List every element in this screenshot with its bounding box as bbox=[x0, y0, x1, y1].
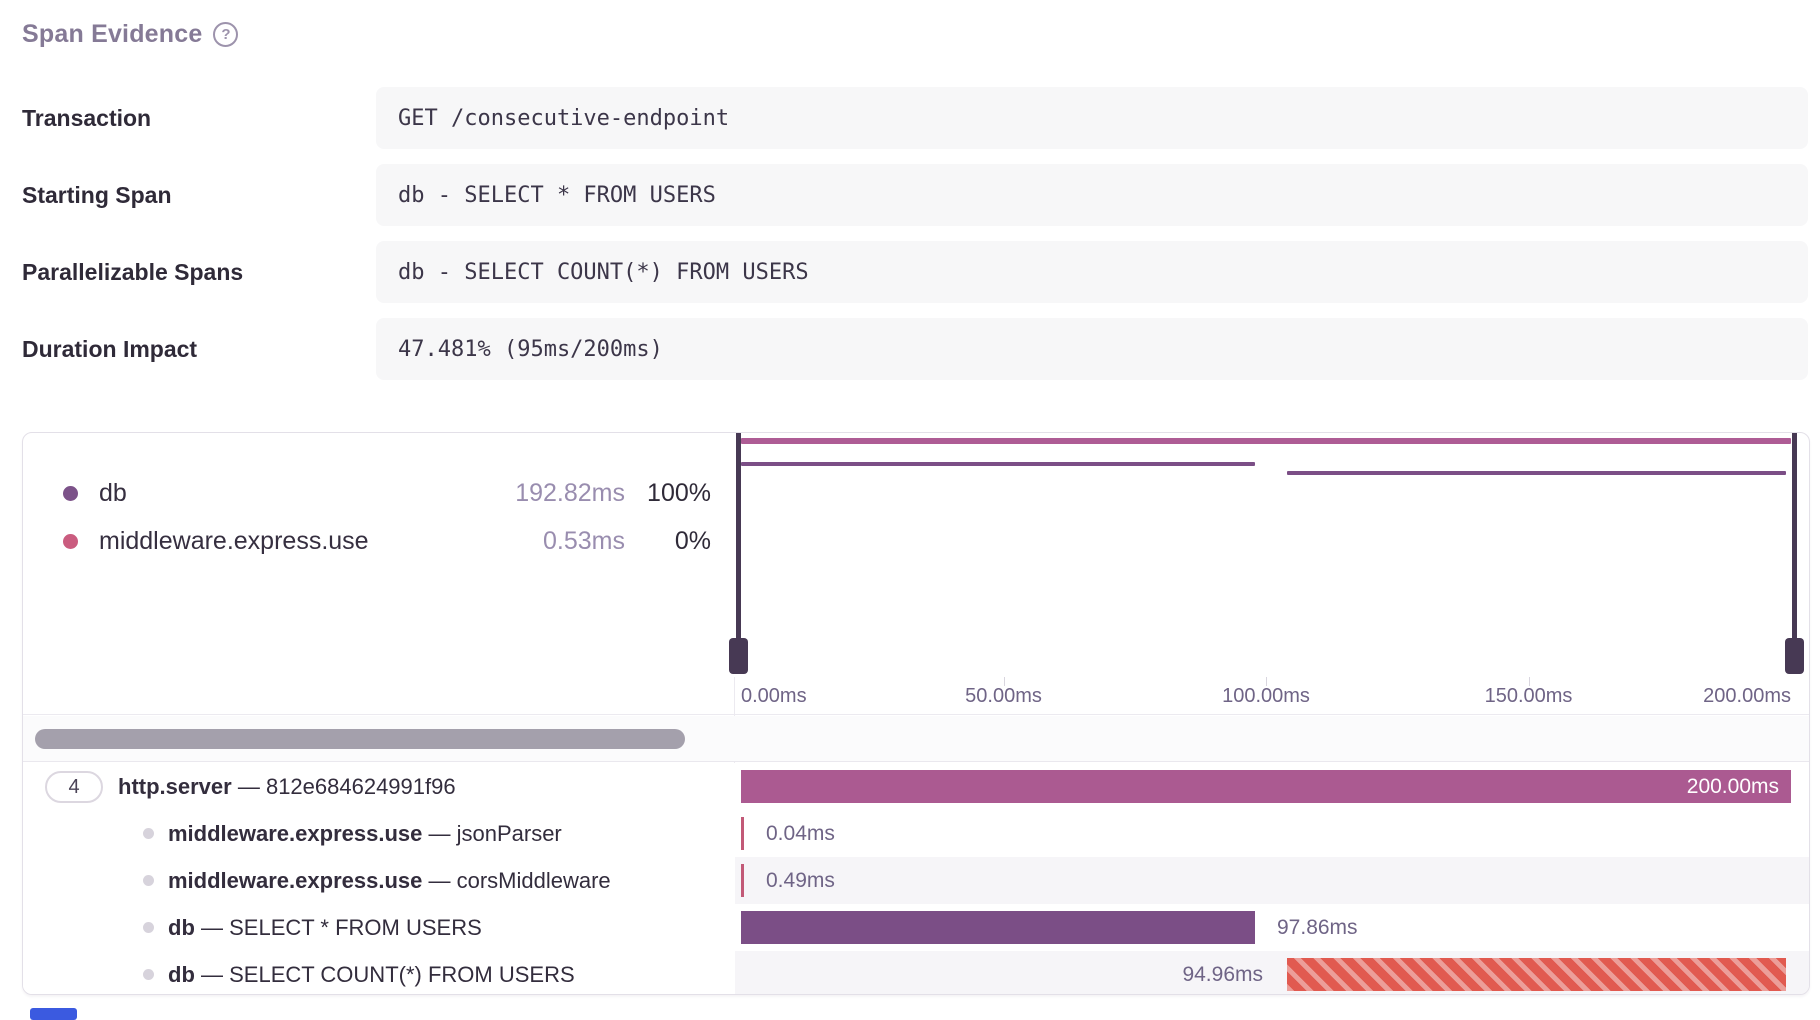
span-description: SELECT COUNT(*) FROM USERS bbox=[229, 962, 575, 987]
axis-tick-label: 0.00ms bbox=[741, 685, 807, 708]
time-axis: 0.00ms 50.00ms 100.00ms 150.00ms 200.00ms bbox=[23, 677, 1809, 715]
span-tree-row[interactable]: middleware.express.use — jsonParser 0.04… bbox=[23, 810, 1809, 857]
legend-duration: 192.82ms bbox=[485, 479, 625, 508]
op-description-separator: — bbox=[195, 962, 229, 987]
legend-percent: 0% bbox=[625, 527, 711, 556]
span-row-label-cell: middleware.express.use — jsonParser bbox=[23, 810, 735, 857]
tree-node-dot bbox=[143, 969, 154, 980]
op-description-separator: — bbox=[422, 868, 456, 893]
minimap-span-bar bbox=[741, 438, 1791, 444]
legend-duration: 0.53ms bbox=[485, 527, 625, 556]
legend-color-dot bbox=[63, 534, 78, 549]
span-row-label-cell: middleware.express.use — corsMiddleware bbox=[23, 857, 735, 904]
field-label: Transaction bbox=[22, 87, 376, 149]
tree-node-dot bbox=[143, 922, 154, 933]
span-operation: db bbox=[168, 915, 195, 940]
evidence-field-row: Duration Impact 47.481% (95ms/200ms) bbox=[22, 318, 1808, 380]
tree-node-dot bbox=[143, 875, 154, 886]
evidence-field-row: Parallelizable Spans db - SELECT COUNT(*… bbox=[22, 241, 1808, 303]
span-tree-row[interactable]: 4 http.server — 812e684624991f96 200.00m… bbox=[23, 763, 1809, 810]
span-duration-label: 94.96ms bbox=[1182, 951, 1263, 995]
span-row-timeline-cell: 97.86ms bbox=[735, 904, 1809, 951]
scrollbar-thumb[interactable] bbox=[35, 729, 685, 749]
span-row-timeline-cell: 0.49ms bbox=[735, 857, 1809, 904]
span-operation: db bbox=[168, 962, 195, 987]
trace-view-panel: db 192.82ms 100% middleware.express.use … bbox=[22, 432, 1810, 995]
span-row-label-cell: db — SELECT COUNT(*) FROM USERS bbox=[23, 951, 735, 995]
span-description: jsonParser bbox=[457, 821, 562, 846]
span-row-label-cell: db — SELECT * FROM USERS bbox=[23, 904, 735, 951]
help-question-icon[interactable]: ? bbox=[213, 22, 238, 47]
field-value[interactable]: db - SELECT COUNT(*) FROM USERS bbox=[376, 241, 1808, 303]
span-operation: middleware.express.use bbox=[168, 821, 422, 846]
op-description-separator: — bbox=[195, 915, 229, 940]
span-duration-label: 97.86ms bbox=[1277, 904, 1358, 951]
minimap-left-edge-line bbox=[736, 433, 741, 638]
legend-percent: 100% bbox=[625, 479, 711, 508]
span-description: corsMiddleware bbox=[457, 868, 611, 893]
legend-color-dot bbox=[63, 486, 78, 501]
span-duration-label: 0.49ms bbox=[766, 857, 835, 904]
evidence-field-row: Starting Span db - SELECT * FROM USERS bbox=[22, 164, 1808, 226]
span-duration-bar[interactable] bbox=[1287, 958, 1786, 991]
span-row-timeline-cell: 200.00ms bbox=[735, 763, 1809, 810]
bottom-accent-bar bbox=[30, 1008, 77, 1020]
span-operation: middleware.express.use bbox=[168, 868, 422, 893]
span-duration-bar[interactable] bbox=[741, 864, 744, 897]
horizontal-scrollbar[interactable] bbox=[23, 716, 1809, 762]
minimap-right-drag-handle[interactable] bbox=[1785, 638, 1804, 674]
span-duration-bar[interactable] bbox=[741, 770, 1791, 803]
axis-tick-label: 200.00ms bbox=[1703, 685, 1791, 708]
field-value[interactable]: 47.481% (95ms/200ms) bbox=[376, 318, 1808, 380]
span-row-timeline-cell: 94.96ms bbox=[735, 951, 1809, 995]
span-tree-row[interactable]: middleware.express.use — corsMiddleware … bbox=[23, 857, 1809, 904]
field-label: Duration Impact bbox=[22, 318, 376, 380]
minimap-span-bar bbox=[1287, 471, 1786, 475]
op-description-separator: — bbox=[422, 821, 456, 846]
evidence-field-row: Transaction GET /consecutive-endpoint bbox=[22, 87, 1808, 149]
tree-node-dot bbox=[143, 828, 154, 839]
minimap-span-bar bbox=[741, 462, 1255, 466]
span-description: SELECT * FROM USERS bbox=[229, 915, 482, 940]
span-row-timeline-cell: 0.04ms bbox=[735, 810, 1809, 857]
legend-op-name: db bbox=[99, 479, 485, 508]
span-duration-bar[interactable] bbox=[741, 817, 744, 850]
span-evidence-page: Span Evidence ? Transaction GET /consecu… bbox=[0, 0, 1820, 1020]
legend-row[interactable]: db 192.82ms 100% bbox=[63, 469, 711, 517]
legend-op-name: middleware.express.use bbox=[99, 527, 485, 556]
field-label: Starting Span bbox=[22, 164, 376, 226]
span-operation: http.server bbox=[118, 774, 232, 799]
span-duration-label: 200.00ms bbox=[1687, 763, 1779, 810]
op-description-separator: — bbox=[232, 774, 266, 799]
minimap-left-drag-handle[interactable] bbox=[729, 638, 748, 674]
span-description: 812e684624991f96 bbox=[266, 774, 456, 799]
legend-row[interactable]: middleware.express.use 0.53ms 0% bbox=[63, 517, 711, 565]
axis-tick-label: 100.00ms bbox=[1222, 685, 1310, 708]
minimap-right-edge-line bbox=[1792, 433, 1797, 638]
section-header: Span Evidence ? bbox=[22, 20, 238, 49]
axis-tick-label: 150.00ms bbox=[1485, 685, 1573, 708]
span-row-label-cell: 4 http.server — 812e684624991f96 bbox=[23, 763, 735, 810]
minimap-bars bbox=[741, 433, 1791, 677]
span-children-count-badge[interactable]: 4 bbox=[45, 771, 103, 803]
span-tree: 4 http.server — 812e684624991f96 200.00m… bbox=[23, 763, 1809, 994]
span-duration-bar[interactable] bbox=[741, 911, 1255, 944]
span-duration-label: 0.04ms bbox=[766, 810, 835, 857]
field-value[interactable]: GET /consecutive-endpoint bbox=[376, 87, 1808, 149]
span-tree-row[interactable]: db — SELECT COUNT(*) FROM USERS 94.96ms bbox=[23, 951, 1809, 995]
span-tree-row[interactable]: db — SELECT * FROM USERS 97.86ms bbox=[23, 904, 1809, 951]
axis-tick-label: 50.00ms bbox=[965, 685, 1042, 708]
trace-minimap[interactable] bbox=[736, 433, 1797, 677]
page-title: Span Evidence bbox=[22, 20, 202, 49]
span-legend: db 192.82ms 100% middleware.express.use … bbox=[63, 469, 711, 565]
field-value[interactable]: db - SELECT * FROM USERS bbox=[376, 164, 1808, 226]
evidence-fields: Transaction GET /consecutive-endpoint St… bbox=[22, 87, 1808, 395]
field-label: Parallelizable Spans bbox=[22, 241, 376, 303]
